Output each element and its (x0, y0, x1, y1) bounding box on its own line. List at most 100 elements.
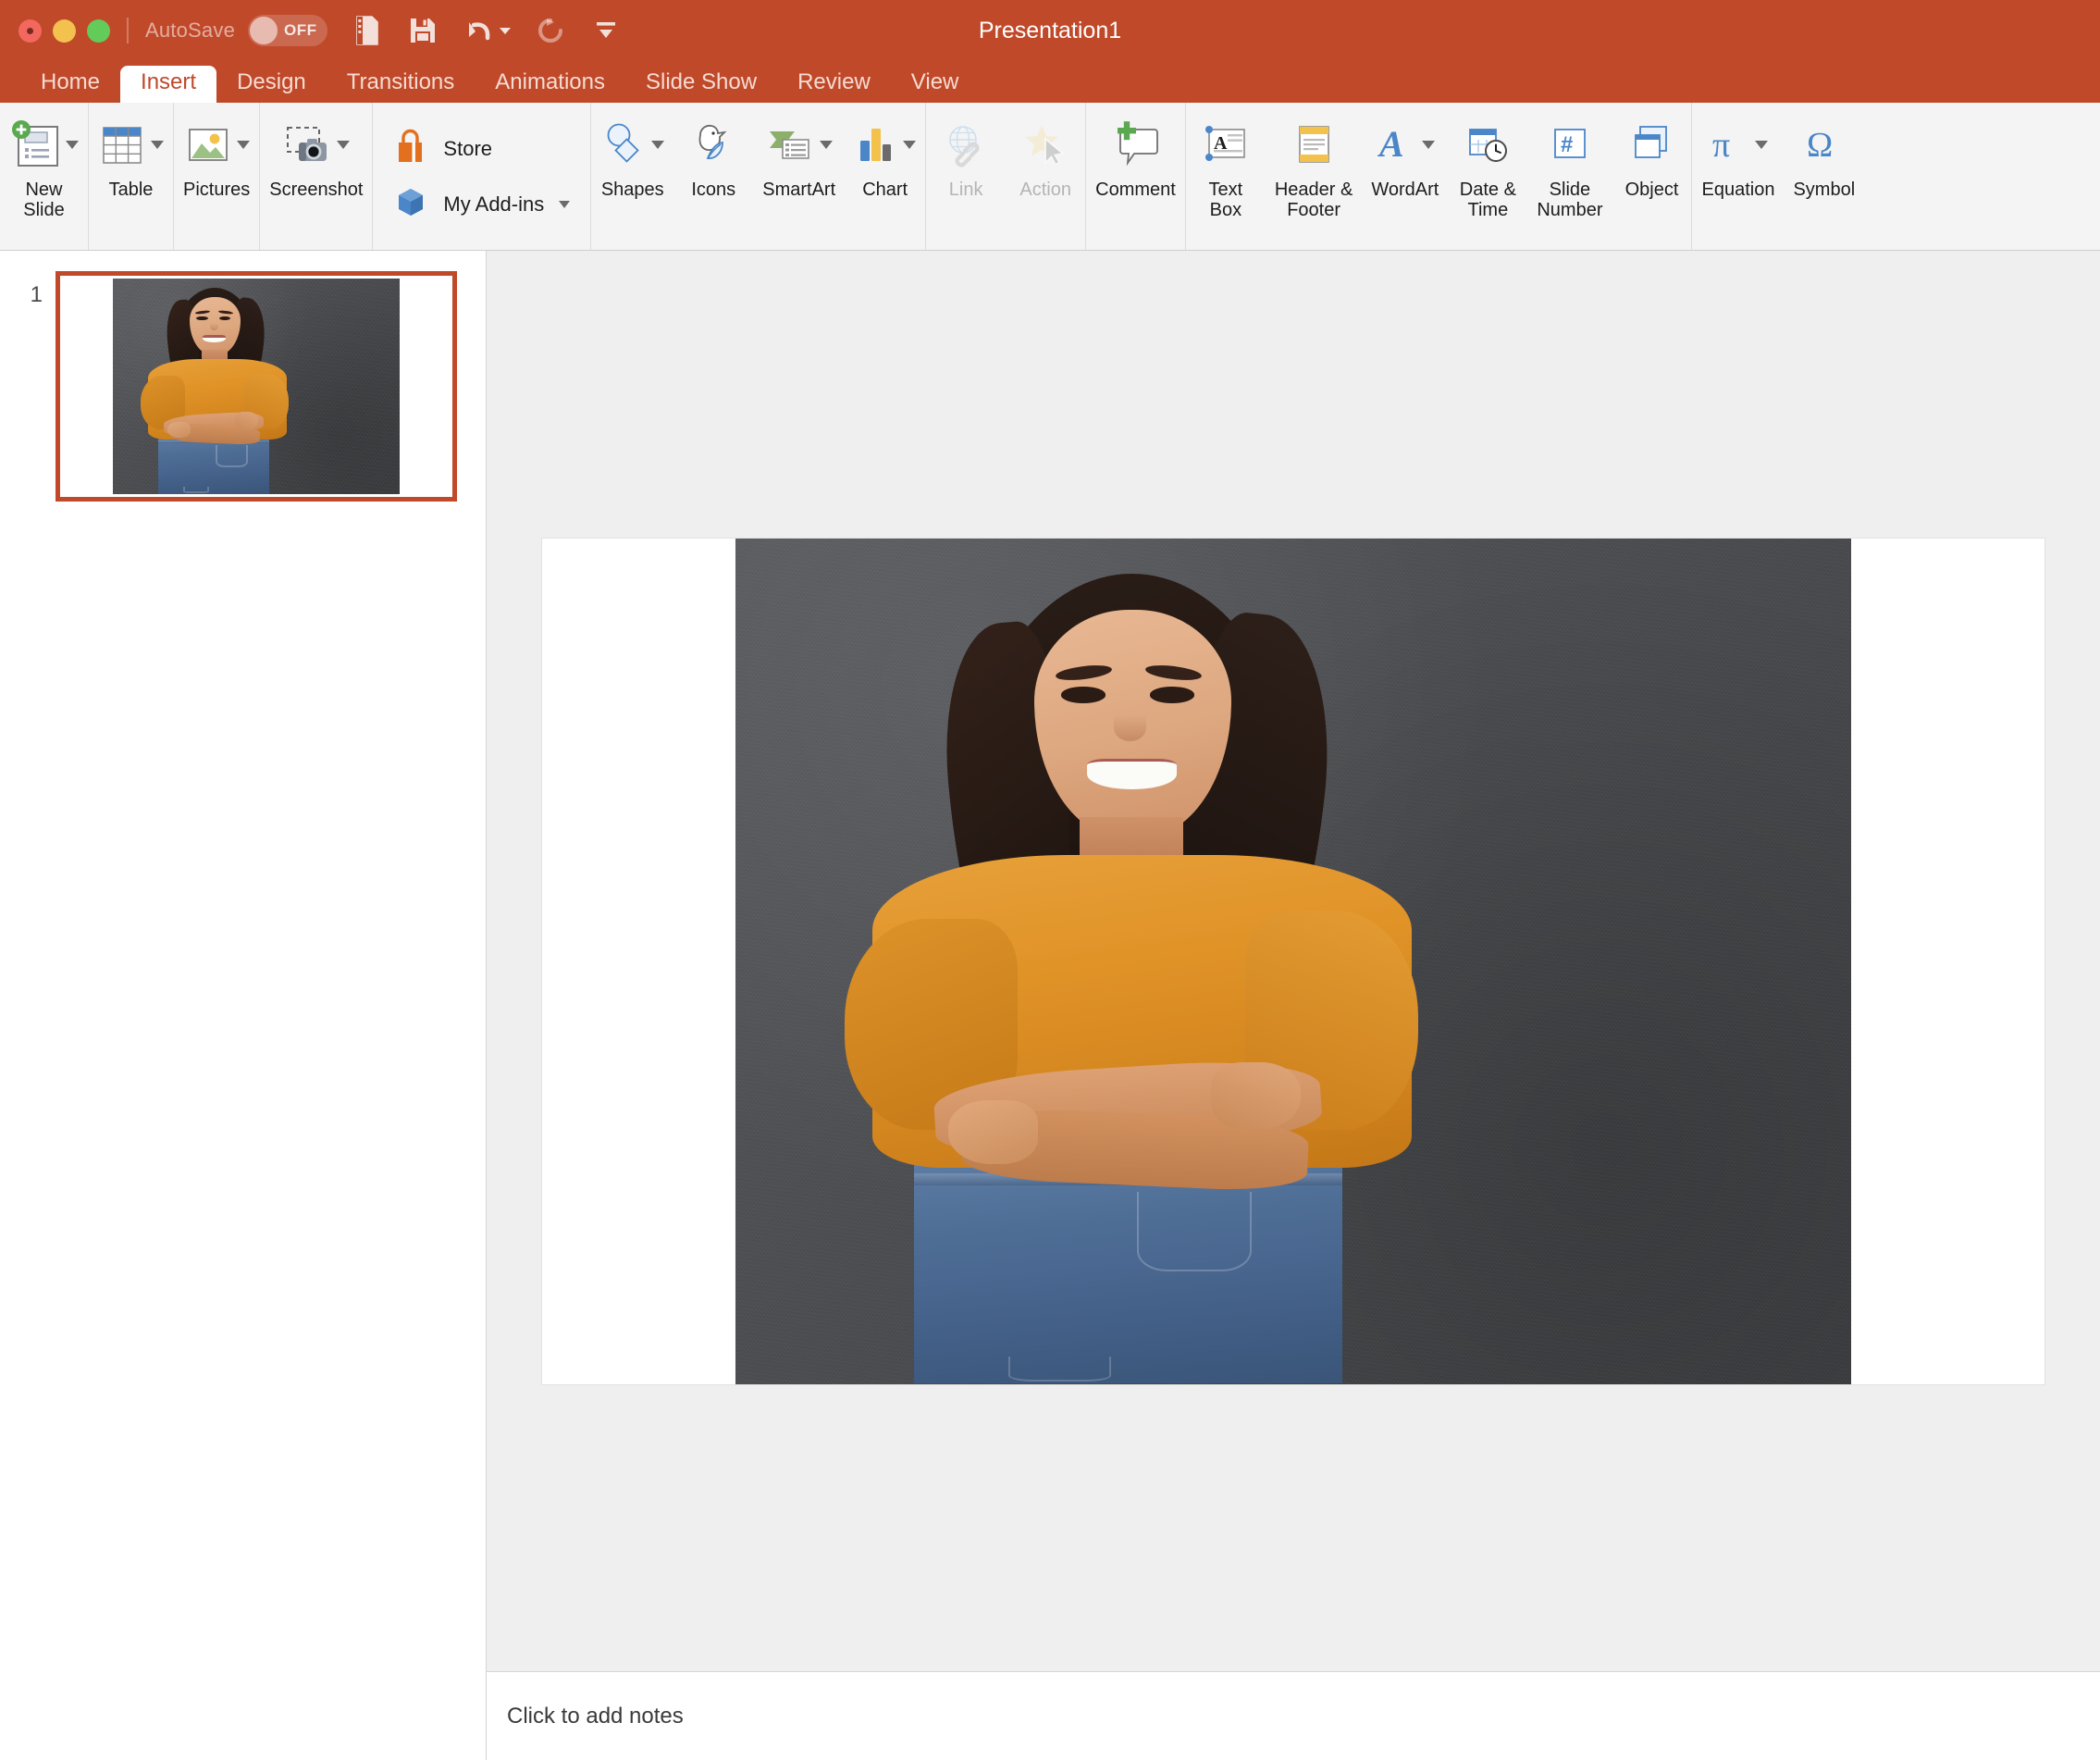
symbol-button[interactable]: Ω Symbol (1784, 103, 1864, 250)
new-slide-button[interactable]: New Slide (0, 103, 88, 250)
autosave-toggle[interactable]: OFF (248, 15, 328, 46)
slide-canvas-area[interactable] (487, 251, 2100, 1671)
table-dropdown-caret[interactable] (151, 140, 164, 149)
person-mouth (1086, 759, 1177, 789)
minimize-window-button[interactable] (53, 19, 76, 43)
ribbon-group-links: Link Action (926, 103, 1087, 250)
close-window-button[interactable] (19, 19, 42, 43)
tab-animations[interactable]: Animations (475, 66, 625, 103)
object-button[interactable]: Object (1612, 103, 1691, 250)
tab-slide-show[interactable]: Slide Show (625, 66, 777, 103)
my-addins-button[interactable]: My Add-ins (393, 184, 571, 226)
store-icon (393, 128, 428, 171)
undo-icon[interactable] (463, 14, 494, 47)
new-slide-label: New Slide (23, 180, 65, 221)
slide-number-button[interactable]: # Slide Number (1527, 103, 1612, 250)
link-icon (942, 120, 990, 168)
tab-review[interactable]: Review (777, 66, 891, 103)
comment-button[interactable]: Comment (1086, 103, 1185, 250)
chart-icon (854, 120, 898, 168)
person-hand-right (1210, 1062, 1302, 1131)
photo-right-margin (400, 279, 450, 494)
ribbon-toolbar: New Slide Table Pictures Screenshot Stor… (0, 103, 2100, 251)
header-footer-button[interactable]: Header & Footer (1266, 103, 1363, 250)
redo-icon[interactable] (535, 14, 566, 47)
equation-dropdown-caret[interactable] (1755, 140, 1769, 149)
quick-access-toolbar (352, 14, 622, 47)
chart-button[interactable]: Chart (845, 103, 925, 250)
notes-placeholder[interactable]: Click to add notes (507, 1704, 684, 1729)
ribbon-group-slides: New Slide (0, 103, 89, 250)
zoom-window-button[interactable] (87, 19, 110, 43)
link-button[interactable]: Link (926, 103, 1006, 250)
ribbon-group-pictures: Pictures (174, 103, 261, 250)
my-addins-dropdown-caret[interactable] (559, 201, 571, 208)
smartart-dropdown-caret[interactable] (820, 140, 834, 149)
save-icon[interactable] (407, 14, 439, 47)
svg-text:π: π (1712, 126, 1730, 165)
link-label: Link (948, 180, 983, 200)
screenshot-dropdown-caret[interactable] (337, 140, 351, 149)
wordart-button[interactable]: A WordArt (1362, 103, 1448, 250)
shapes-dropdown-caret[interactable] (651, 140, 665, 149)
person-nose (1114, 713, 1146, 741)
slide-thumbnail-content (63, 279, 450, 494)
icons-button[interactable]: Icons (673, 103, 753, 250)
chart-label: Chart (862, 180, 908, 200)
slide-thumbnail-pane[interactable]: 1 (0, 251, 487, 1760)
new-slide-icon (9, 119, 61, 169)
table-label: Table (108, 180, 154, 200)
shapes-icon (600, 120, 647, 168)
screenshot-button[interactable]: Screenshot (260, 103, 372, 250)
text-box-button[interactable]: A Text Box (1186, 103, 1266, 250)
chart-dropdown-caret[interactable] (903, 140, 917, 149)
undo-group[interactable] (463, 14, 512, 47)
autosave-control[interactable]: AutoSave OFF (145, 15, 328, 46)
new-slide-dropdown-caret[interactable] (66, 140, 79, 149)
date-time-button[interactable]: Date & Time (1448, 103, 1527, 250)
undo-dropdown-caret[interactable] (500, 27, 512, 34)
autosave-label: AutoSave (145, 19, 236, 42)
autosave-state-label: OFF (284, 21, 317, 39)
pictures-dropdown-caret[interactable] (236, 140, 250, 149)
ribbon-group-tables: Table (89, 103, 174, 250)
slide-number-label: Slide Number (1537, 180, 1603, 221)
pictures-label: Pictures (183, 180, 251, 200)
new-presentation-icon[interactable] (352, 14, 383, 47)
smartart-button[interactable]: SmartArt (753, 103, 845, 250)
tab-home[interactable]: Home (20, 66, 120, 103)
slide-number-icon: # (1548, 121, 1592, 167)
ribbon-group-screenshot: Screenshot (260, 103, 374, 250)
tab-design[interactable]: Design (216, 66, 327, 103)
slide-photo[interactable] (542, 538, 2044, 1384)
slide-canvas[interactable] (542, 538, 2044, 1384)
action-label: Action (1019, 180, 1071, 200)
person-jeans-pocket (1007, 1356, 1111, 1382)
slide-thumbnail-1[interactable] (56, 271, 457, 502)
object-label: Object (1624, 180, 1679, 200)
work-area: 1 Click to add notes (0, 251, 2100, 1760)
action-icon (1021, 120, 1069, 168)
smartart-icon (765, 120, 815, 168)
tab-transitions[interactable]: Transitions (327, 66, 475, 103)
action-button[interactable]: Action (1006, 103, 1085, 250)
slide-photo-person (783, 539, 1474, 1384)
wordart-icon: A (1375, 121, 1417, 167)
customize-toolbar-icon[interactable] (590, 14, 622, 47)
notes-pane[interactable]: Click to add notes (487, 1671, 2100, 1760)
svg-text:A: A (1377, 123, 1404, 165)
wordart-dropdown-caret[interactable] (1422, 140, 1436, 149)
date-time-label: Date & Time (1459, 180, 1516, 221)
pictures-button[interactable]: Pictures (174, 103, 259, 250)
autosave-toggle-knob (250, 17, 278, 44)
tab-view[interactable]: View (891, 66, 980, 103)
equation-icon: π (1708, 121, 1750, 167)
equation-button[interactable]: π Equation (1692, 103, 1784, 250)
comment-icon (1110, 120, 1162, 168)
pictures-icon (184, 120, 232, 168)
ribbon-group-illustrations: Shapes Icons SmartArt Chart (591, 103, 927, 250)
table-button[interactable]: Table (89, 103, 173, 250)
shapes-button[interactable]: Shapes (591, 103, 673, 250)
store-button[interactable]: Store (393, 128, 570, 171)
tab-insert[interactable]: Insert (120, 66, 217, 103)
